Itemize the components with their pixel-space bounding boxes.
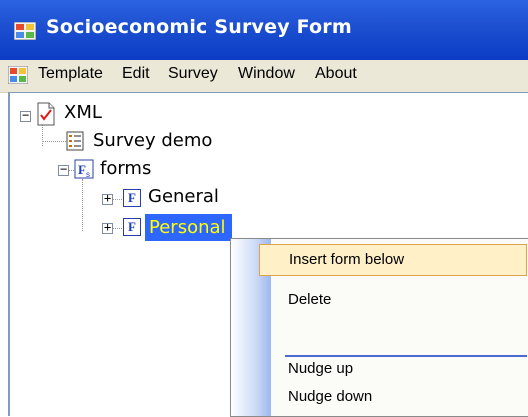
svg-text:s: s	[86, 170, 90, 179]
menu-item-insert-form-below[interactable]: Insert form below	[259, 244, 527, 276]
form-icon: F	[123, 189, 141, 207]
form-icon: F	[123, 218, 141, 236]
tree-connector	[112, 228, 122, 229]
menu-about[interactable]: About	[315, 65, 357, 83]
tree-node-survey-demo[interactable]: Survey demo	[93, 130, 212, 151]
forms-folder-icon: F s	[74, 159, 94, 179]
tree-connector	[82, 179, 83, 231]
menu-template[interactable]: Template	[38, 65, 103, 83]
app-icon	[14, 22, 36, 40]
tree-node-forms[interactable]: forms	[100, 158, 151, 179]
collapse-xml-toggle[interactable]: −	[20, 108, 31, 122]
collapse-forms-toggle[interactable]: −	[58, 162, 69, 176]
tree-connector	[42, 141, 66, 142]
survey-list-icon	[66, 131, 84, 151]
tree-connector	[112, 199, 122, 200]
svg-text:F: F	[78, 162, 86, 177]
window-titlebar[interactable]: Socioeconomic Survey Form	[0, 0, 528, 60]
menu-item-nudge-down[interactable]: Nudge down	[271, 382, 527, 412]
context-menu-separator	[285, 355, 527, 357]
xml-document-icon	[37, 102, 55, 126]
app-menu-icon[interactable]	[8, 66, 28, 84]
menu-window[interactable]: Window	[238, 65, 295, 83]
tree-node-xml[interactable]: XML	[64, 102, 102, 123]
expand-general-toggle[interactable]: +	[102, 191, 113, 205]
tree-node-general[interactable]: General	[148, 186, 219, 207]
menubar: Template Edit Survey Window About	[0, 60, 528, 93]
menu-item-delete[interactable]: Delete	[271, 285, 527, 315]
context-menu: Insert form below Delete Nudge up Nudge …	[230, 238, 528, 417]
menu-survey[interactable]: Survey	[168, 65, 218, 83]
menu-edit[interactable]: Edit	[122, 65, 150, 83]
expand-personal-toggle[interactable]: +	[102, 220, 113, 234]
tree-node-personal[interactable]: Personal	[145, 214, 232, 241]
window-title: Socioeconomic Survey Form	[46, 16, 352, 38]
